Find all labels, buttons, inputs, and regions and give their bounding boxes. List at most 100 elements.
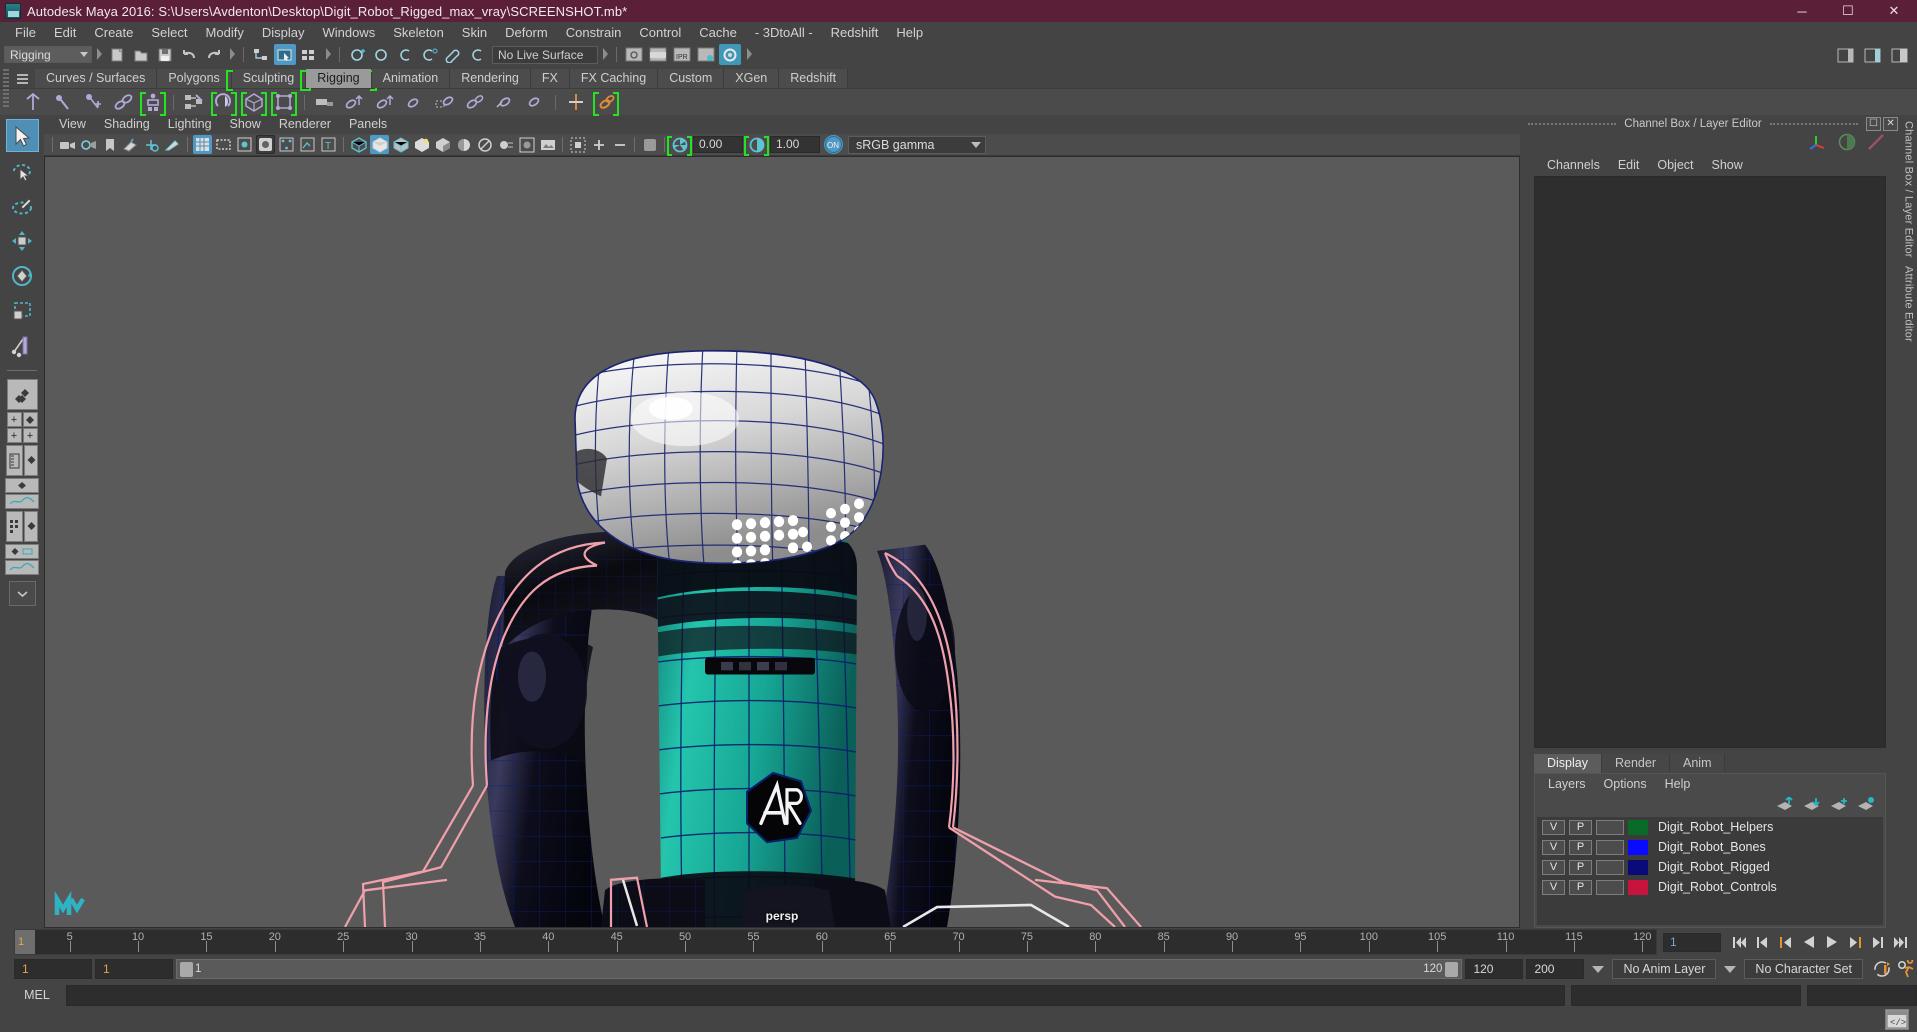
snap-viewplane-icon[interactable] bbox=[442, 44, 464, 65]
layer-type-toggle[interactable] bbox=[1596, 819, 1624, 835]
previous-key-button[interactable] bbox=[1775, 932, 1796, 952]
select-hierarchy-icon[interactable] bbox=[250, 44, 272, 65]
panel-undock-button[interactable]: ☐ bbox=[1866, 116, 1882, 131]
exposure-icon[interactable] bbox=[667, 135, 692, 156]
menu-edit[interactable]: Edit bbox=[45, 22, 85, 43]
parent-constraint-icon[interactable] bbox=[312, 90, 338, 115]
layout-persp-cell[interactable]: + bbox=[6, 412, 22, 427]
time-slider[interactable]: 1 5 10 15 20 25 30 35 40 45 50 55 60 65 70 75 80 85 90 95 1… bbox=[14, 929, 1657, 955]
isolate-select-icon[interactable] bbox=[568, 135, 587, 154]
edit-menu[interactable]: Edit bbox=[1609, 154, 1649, 176]
shelf-tab-rendering[interactable]: Rendering bbox=[450, 69, 531, 88]
render-swatch-icon[interactable] bbox=[1866, 133, 1886, 154]
layers-menu[interactable]: Layers bbox=[1539, 774, 1595, 795]
snap-grid-icon[interactable] bbox=[346, 44, 368, 65]
scale-constraint-icon[interactable] bbox=[402, 90, 428, 115]
next-key-button[interactable] bbox=[1844, 932, 1865, 952]
scale-tool[interactable] bbox=[6, 294, 39, 327]
film-gate-icon[interactable] bbox=[214, 135, 233, 154]
help-menu[interactable]: Help bbox=[1656, 774, 1700, 795]
viewport-menu-lighting[interactable]: Lighting bbox=[159, 115, 221, 134]
shelf-tab-curves-surfaces[interactable]: Curves / Surfaces bbox=[35, 69, 158, 88]
connect-joint-icon[interactable] bbox=[110, 90, 136, 115]
shelf-tab-rigging[interactable]: Rigging bbox=[300, 69, 378, 91]
screen-space-ao-icon[interactable] bbox=[517, 135, 536, 154]
auto-keyframe-toggle-icon[interactable] bbox=[1872, 959, 1893, 979]
show-menu[interactable]: Show bbox=[1703, 154, 1752, 176]
current-frame-field[interactable]: 1 bbox=[1663, 932, 1721, 952]
geometry-constraint-icon[interactable] bbox=[522, 90, 548, 115]
color-management-toggle-icon[interactable]: ON bbox=[824, 135, 843, 154]
tab-anim[interactable]: Anim bbox=[1670, 754, 1726, 773]
maximize-button[interactable]: ☐ bbox=[1825, 0, 1871, 22]
layout-presets-dropdown[interactable] bbox=[8, 581, 36, 606]
camera-icon[interactable] bbox=[58, 135, 77, 154]
isolate-remove-icon[interactable] bbox=[610, 135, 629, 154]
camera-attributes-icon[interactable] bbox=[79, 135, 98, 154]
command-language-label[interactable]: MEL bbox=[14, 988, 60, 1002]
shelf-tab-redshift[interactable]: Redshift bbox=[779, 69, 849, 88]
tangent-constraint-icon[interactable] bbox=[492, 90, 518, 115]
menu-skeleton[interactable]: Skeleton bbox=[384, 22, 453, 43]
lattice-deformer-icon[interactable] bbox=[563, 90, 589, 115]
layout-persp-only[interactable] bbox=[24, 445, 38, 476]
open-scene-icon[interactable] bbox=[130, 44, 152, 65]
animation-preferences-icon[interactable] bbox=[1896, 959, 1917, 979]
channels-menu[interactable]: Channels bbox=[1538, 154, 1609, 176]
display-layer-list[interactable]: V P Digit_Robot_Helpers V P Digit_Robot_… bbox=[1537, 817, 1883, 925]
command-input[interactable] bbox=[66, 984, 1565, 1006]
table-row[interactable]: V P Digit_Robot_Bones bbox=[1537, 837, 1883, 857]
viewport-menu-show[interactable]: Show bbox=[221, 115, 270, 134]
menu-file[interactable]: File bbox=[6, 22, 45, 43]
viewport-menu-view[interactable]: View bbox=[50, 115, 95, 134]
anim-layer-selector[interactable]: No Anim Layer bbox=[1612, 959, 1717, 979]
character-set-selector[interactable]: No Character Set bbox=[1744, 959, 1863, 979]
dock-channel-box-tab[interactable]: Channel Box / Layer Editor bbox=[1903, 121, 1915, 258]
layer-color-swatch[interactable] bbox=[1628, 839, 1648, 855]
new-layer-from-selected-icon[interactable] bbox=[1856, 796, 1875, 814]
cluster-deformer-icon[interactable] bbox=[593, 90, 619, 116]
gamma-icon[interactable] bbox=[744, 135, 769, 156]
single-view-layout-button[interactable] bbox=[6, 379, 38, 410]
shelf-tab-sculpting[interactable]: Sculpting bbox=[225, 69, 312, 91]
shelf-tab-custom[interactable]: Custom bbox=[658, 69, 725, 88]
xray-joints-icon[interactable] bbox=[277, 135, 296, 154]
paint-select-tool[interactable] bbox=[6, 189, 39, 222]
pole-vector-constraint-icon[interactable] bbox=[462, 90, 488, 115]
shelf-tab-fx[interactable]: FX bbox=[530, 69, 570, 88]
layer-type-toggle[interactable] bbox=[1596, 839, 1624, 855]
bookmark-icon[interactable] bbox=[100, 135, 119, 154]
layer-visibility-toggle[interactable]: V bbox=[1542, 819, 1565, 835]
table-row[interactable]: V P Digit_Robot_Helpers bbox=[1537, 817, 1883, 837]
layout-two-cell[interactable]: + bbox=[6, 428, 22, 443]
menu-display[interactable]: Display bbox=[253, 22, 314, 43]
undo-icon[interactable] bbox=[178, 44, 200, 65]
range-grip-left[interactable] bbox=[180, 961, 193, 977]
animation-end-field[interactable]: 200 bbox=[1526, 959, 1585, 979]
gate-mask-icon[interactable] bbox=[256, 135, 275, 154]
shelf-drag-grip[interactable] bbox=[3, 69, 9, 109]
layout-hypershade-left[interactable] bbox=[6, 511, 23, 542]
new-layer-icon[interactable] bbox=[1829, 797, 1848, 814]
snap-projectcenter-icon[interactable] bbox=[418, 44, 440, 65]
text-overlay-icon[interactable]: T bbox=[319, 135, 338, 154]
select-component-icon[interactable] bbox=[298, 44, 320, 65]
live-surface-field[interactable]: No Live Surface bbox=[492, 45, 598, 64]
render-view-icon[interactable] bbox=[623, 44, 645, 65]
select-tool[interactable] bbox=[5, 119, 39, 152]
viewport-menu-renderer[interactable]: Renderer bbox=[270, 115, 340, 134]
grid-toggle-icon[interactable] bbox=[193, 135, 212, 154]
create-joint-icon[interactable] bbox=[20, 90, 46, 115]
copy-skin-weights-icon[interactable] bbox=[271, 90, 297, 116]
redo-icon[interactable] bbox=[202, 44, 224, 65]
shelf-tab-xgen[interactable]: XGen bbox=[724, 69, 780, 88]
shelf-tab-animation[interactable]: Animation bbox=[371, 69, 451, 88]
layer-playback-toggle[interactable]: P bbox=[1569, 879, 1592, 895]
layout-combo-top[interactable] bbox=[5, 544, 39, 559]
transform-axes-icon[interactable] bbox=[1808, 133, 1828, 153]
3d-viewport[interactable]: y x z persp bbox=[44, 156, 1520, 928]
move-layer-down-icon[interactable] bbox=[1802, 797, 1821, 814]
menu-constrain[interactable]: Constrain bbox=[557, 22, 631, 43]
save-scene-icon[interactable] bbox=[154, 44, 176, 65]
shading-sphere-icon[interactable] bbox=[1838, 133, 1856, 154]
